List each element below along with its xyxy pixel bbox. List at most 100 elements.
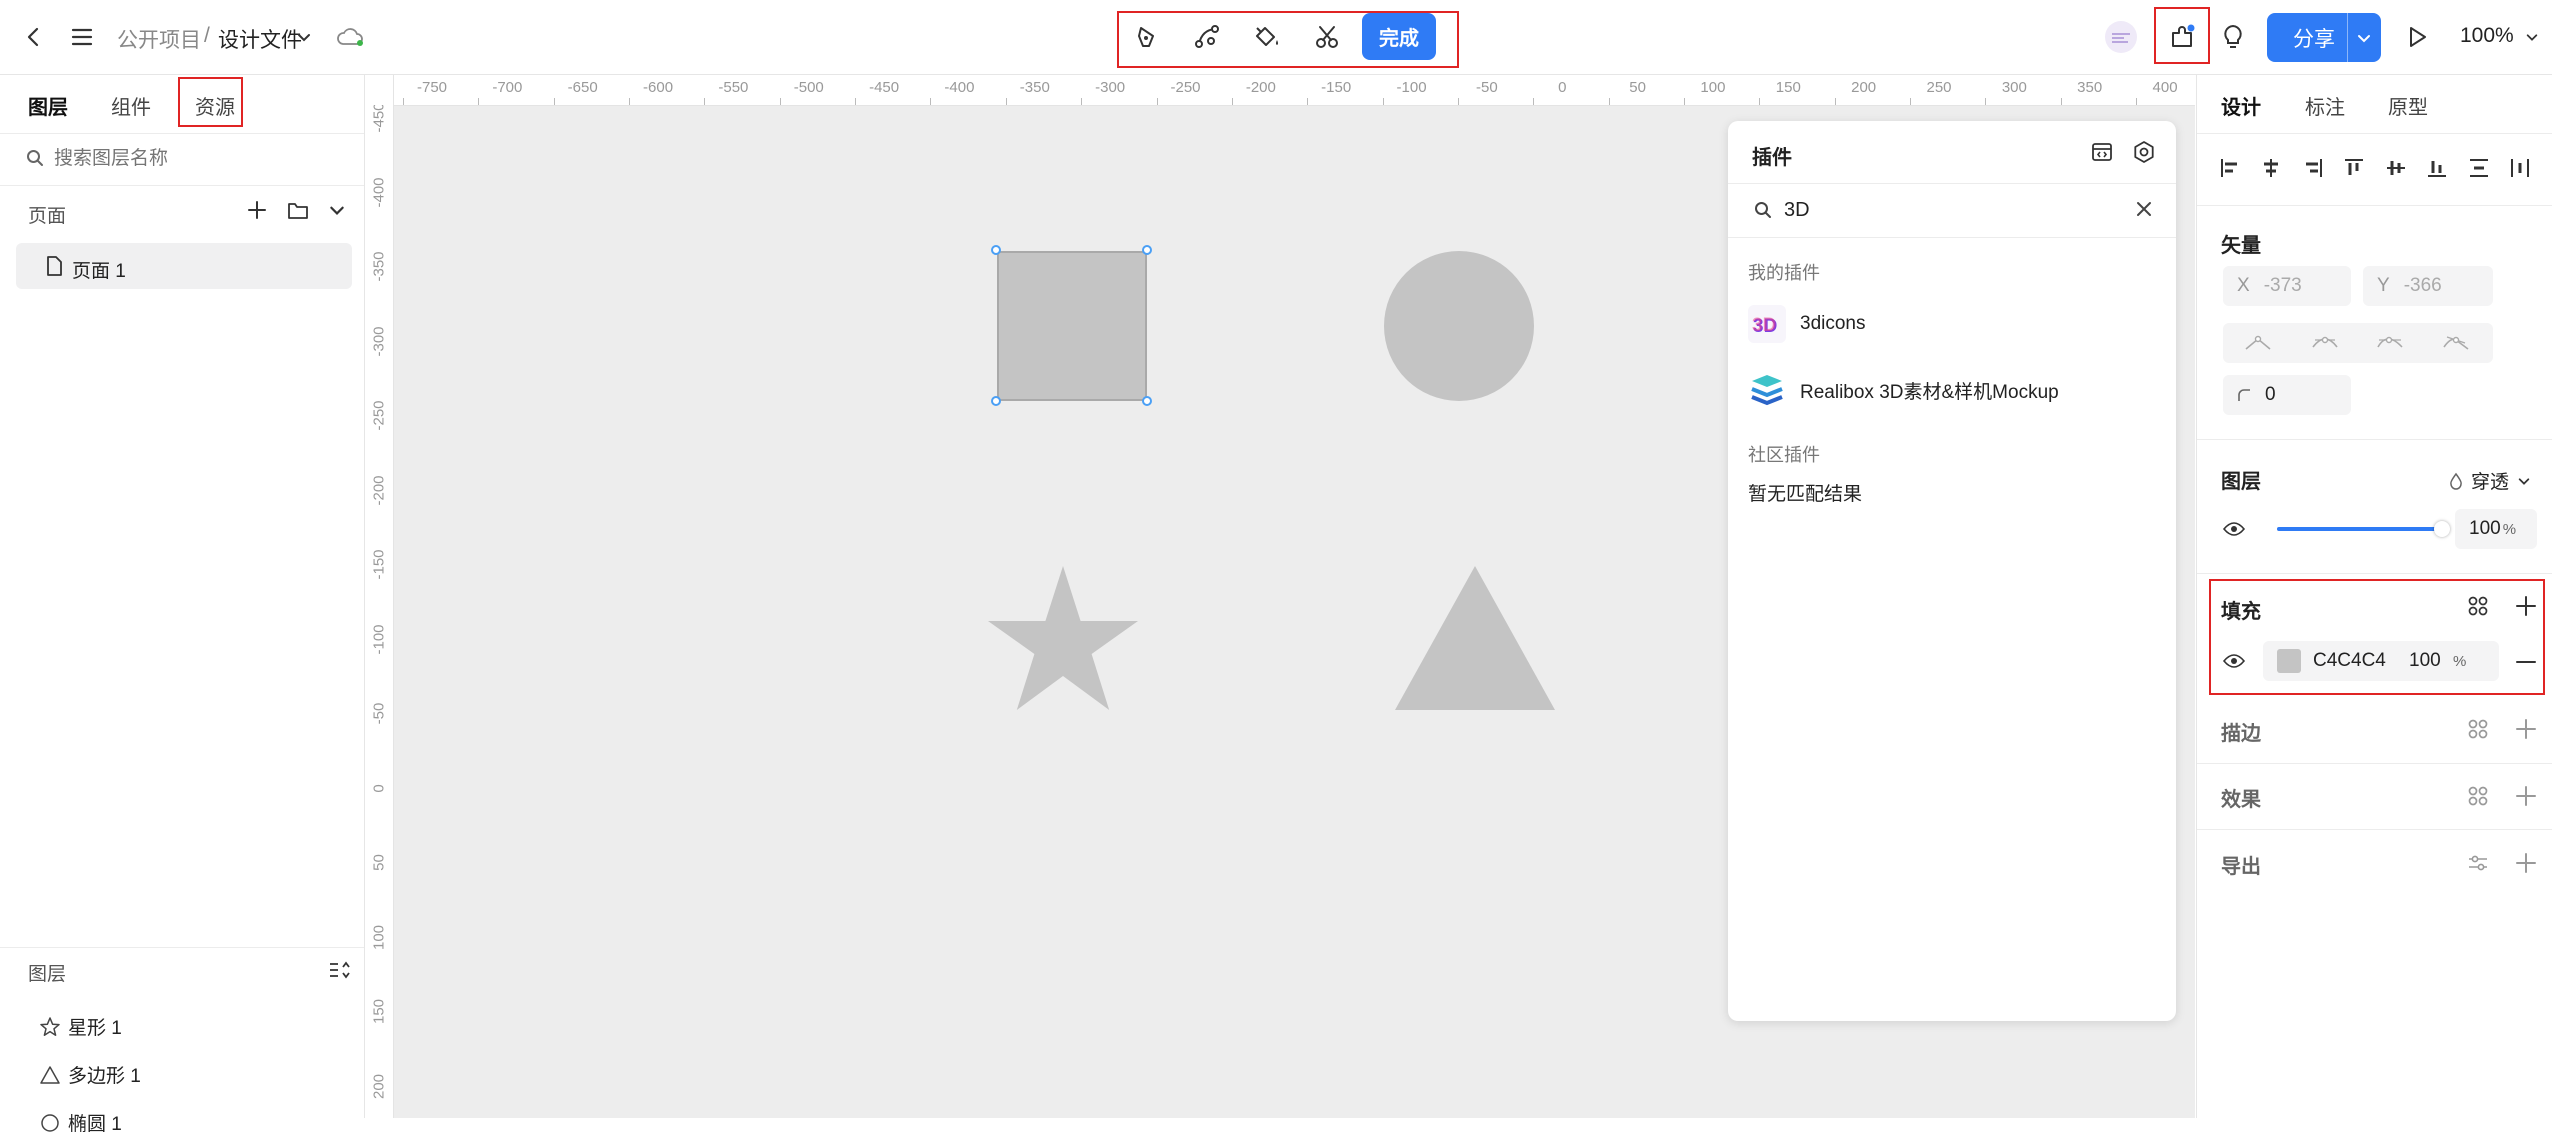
- align-h-center-icon[interactable]: [2260, 157, 2282, 179]
- chevron-down-icon[interactable]: [292, 17, 316, 57]
- sort-icon[interactable]: [328, 960, 350, 980]
- y-label: Y: [2377, 275, 2390, 296]
- curve-mirrored-icon[interactable]: [2310, 333, 2340, 353]
- plugin-search-input[interactable]: 3D: [1784, 199, 1810, 222]
- layer-item-ellipse[interactable]: 椭圆 1: [40, 1109, 122, 1136]
- opacity-slider-thumb[interactable]: [2434, 521, 2450, 537]
- selection-handle[interactable]: [1142, 396, 1152, 406]
- tab-assets[interactable]: 资源: [195, 91, 235, 120]
- eye-icon[interactable]: [2223, 653, 2245, 669]
- add-export-icon[interactable]: [2515, 852, 2537, 874]
- ruler-tick-mark: [2136, 98, 2138, 105]
- curve-straight-icon[interactable]: [2243, 333, 2273, 353]
- done-button[interactable]: 完成: [1362, 13, 1436, 60]
- zoom-level[interactable]: 100%: [2460, 24, 2514, 48]
- add-stroke-icon[interactable]: [2515, 718, 2537, 740]
- layer-item-star[interactable]: 星形 1: [40, 1013, 122, 1040]
- selection-handle[interactable]: [991, 245, 1001, 255]
- style-icon[interactable]: [2467, 785, 2489, 807]
- style-icon[interactable]: [2467, 595, 2489, 617]
- file-name[interactable]: 设计文件: [218, 24, 302, 54]
- settings-icon[interactable]: [2132, 140, 2156, 164]
- back-icon[interactable]: [14, 17, 54, 57]
- export-settings-icon[interactable]: [2467, 852, 2489, 874]
- bend-tool-icon[interactable]: [1187, 17, 1227, 57]
- opacity-field[interactable]: 100 %: [2455, 509, 2537, 549]
- distribute-horizontal-icon[interactable]: [2509, 157, 2531, 179]
- style-icon[interactable]: [2467, 718, 2489, 740]
- tab-components[interactable]: 组件: [111, 91, 151, 120]
- align-v-center-icon[interactable]: [2385, 157, 2407, 179]
- tab-layers[interactable]: 图层: [28, 91, 68, 120]
- ruler-tick-label: -500: [793, 79, 824, 96]
- y-field[interactable]: Y -366: [2363, 266, 2493, 306]
- tab-annotate[interactable]: 标注: [2305, 91, 2345, 120]
- corner-radius-icon: [2237, 388, 2251, 402]
- ruler-tick-mark: [2060, 98, 2062, 105]
- layer-search-input[interactable]: [52, 143, 346, 175]
- selection-handle[interactable]: [1142, 245, 1152, 255]
- ellipse-shape[interactable]: [1384, 251, 1534, 401]
- ruler-tick-label: 250: [1926, 79, 1952, 96]
- plugin-item-3dicons[interactable]: 3D 3D 3dicons: [1748, 305, 1866, 343]
- add-page-icon[interactable]: [246, 199, 268, 221]
- divider: [1728, 183, 2176, 184]
- divider: [0, 947, 364, 948]
- paint-bucket-icon[interactable]: [1247, 17, 1287, 57]
- ruler-tick-label: -50: [370, 702, 388, 725]
- selection-handle[interactable]: [991, 396, 1001, 406]
- breadcrumb-project[interactable]: 公开项目: [117, 24, 201, 54]
- scissors-icon[interactable]: [1307, 17, 1347, 57]
- lightbulb-icon[interactable]: [2213, 17, 2253, 57]
- tab-design[interactable]: 设计: [2221, 91, 2261, 120]
- chevron-down-icon[interactable]: [2356, 30, 2372, 46]
- pen-tool-icon[interactable]: [1127, 17, 1167, 57]
- avatar[interactable]: [2101, 17, 2141, 57]
- curve-disconnected-icon[interactable]: [2441, 333, 2471, 353]
- x-label: X: [2237, 275, 2250, 296]
- folder-icon[interactable]: [286, 199, 310, 221]
- ruler-tick-mark: [1005, 98, 1007, 105]
- blend-mode-select[interactable]: 穿透: [2449, 467, 2531, 494]
- add-fill-icon[interactable]: [2515, 595, 2537, 617]
- plugin-item-realibox[interactable]: Realibox 3D素材&样机Mockup: [1748, 371, 2059, 409]
- distribute-vertical-icon[interactable]: [2468, 157, 2490, 179]
- fill-color-field[interactable]: C4C4C4 100 %: [2263, 641, 2499, 681]
- fill-color-hex[interactable]: C4C4C4: [2313, 650, 2386, 672]
- menu-icon[interactable]: [62, 17, 102, 57]
- fill-opacity-value[interactable]: 100: [2409, 650, 2441, 672]
- play-icon[interactable]: [2397, 17, 2437, 57]
- ruler-tick-label: 150: [370, 998, 388, 1025]
- page-item-label: 页面 1: [72, 261, 126, 282]
- ruler-tick-label: -750: [416, 79, 448, 96]
- tab-prototype[interactable]: 原型: [2388, 91, 2428, 120]
- ruler-tick-label: -700: [492, 79, 523, 96]
- align-left-icon[interactable]: [2219, 157, 2241, 179]
- top-bar: 公开项目 / 设计文件 完成 分享 100%: [0, 0, 2552, 75]
- opacity-slider[interactable]: [2277, 521, 2450, 537]
- chevron-down-icon[interactable]: [328, 201, 346, 219]
- polygon-shape[interactable]: [1395, 566, 1555, 710]
- eye-icon[interactable]: [2223, 521, 2245, 537]
- chevron-down-icon[interactable]: [2522, 17, 2542, 57]
- curve-asymmetric-icon[interactable]: [2375, 333, 2405, 353]
- rectangle-shape[interactable]: [997, 251, 1147, 401]
- layer-item-polygon[interactable]: 多边形 1: [40, 1061, 141, 1088]
- align-bottom-icon[interactable]: [2426, 157, 2448, 179]
- fill-opacity-unit: %: [2453, 652, 2467, 670]
- x-field[interactable]: X -373: [2223, 266, 2351, 306]
- plugin-dev-icon[interactable]: [2090, 140, 2114, 164]
- star-shape[interactable]: [988, 566, 1138, 710]
- page-item-1[interactable]: 页面 1: [16, 243, 352, 289]
- share-button[interactable]: 分享: [2267, 13, 2381, 62]
- drop-icon: [2449, 472, 2463, 490]
- remove-fill-icon[interactable]: [2515, 651, 2537, 673]
- plugin-icon[interactable]: [2162, 17, 2202, 57]
- ruler-tick-mark: [1382, 98, 1384, 105]
- align-right-icon[interactable]: [2302, 157, 2324, 179]
- corner-radius-field[interactable]: 0: [2223, 375, 2351, 415]
- close-icon[interactable]: [2135, 200, 2153, 218]
- align-top-icon[interactable]: [2343, 157, 2365, 179]
- color-swatch[interactable]: [2277, 649, 2301, 673]
- add-effect-icon[interactable]: [2515, 785, 2537, 807]
